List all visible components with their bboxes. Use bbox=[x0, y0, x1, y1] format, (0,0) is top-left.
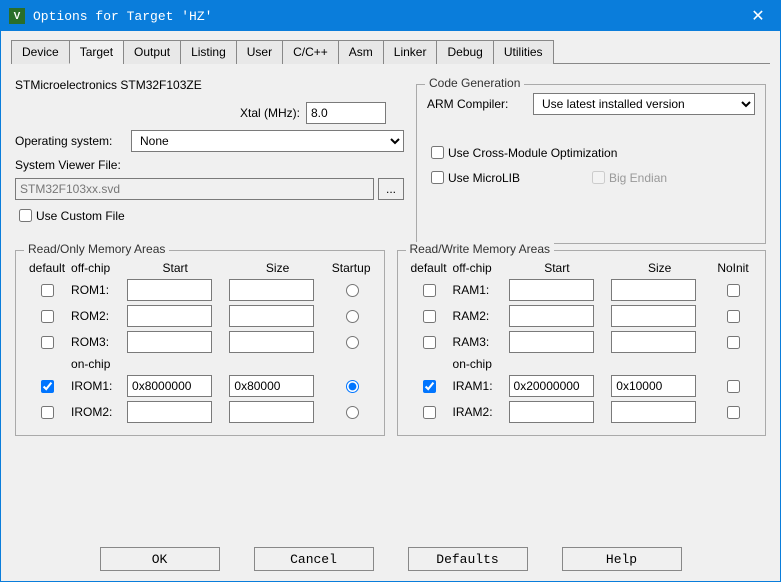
startup-radio[interactable] bbox=[346, 284, 359, 297]
tab-debug[interactable]: Debug bbox=[436, 40, 493, 64]
ok-button[interactable]: OK bbox=[100, 547, 220, 571]
start-input[interactable] bbox=[509, 401, 594, 423]
app-icon: V bbox=[9, 8, 25, 24]
onchip-label: on-chip bbox=[450, 355, 506, 373]
tab-utilities[interactable]: Utilities bbox=[493, 40, 554, 64]
noinit-checkbox[interactable] bbox=[727, 406, 740, 419]
size-input[interactable] bbox=[611, 375, 696, 397]
start-input[interactable] bbox=[509, 331, 594, 353]
compiler-select[interactable]: Use latest installed version bbox=[533, 93, 755, 115]
use-custom-file-checkbox[interactable] bbox=[19, 209, 32, 222]
noinit-checkbox[interactable] bbox=[727, 284, 740, 297]
start-input[interactable] bbox=[509, 279, 594, 301]
tab-listing[interactable]: Listing bbox=[180, 40, 237, 64]
mem-row-label: IRAM2: bbox=[450, 399, 506, 425]
tab-user[interactable]: User bbox=[236, 40, 283, 64]
size-input[interactable] bbox=[229, 375, 314, 397]
mcu-name: STMicroelectronics STM32F103ZE bbox=[15, 78, 202, 92]
tab-strip: DeviceTargetOutputListingUserC/C++AsmLin… bbox=[11, 39, 770, 64]
size-input[interactable] bbox=[611, 305, 696, 327]
tab-device[interactable]: Device bbox=[11, 40, 70, 64]
cancel-button[interactable]: Cancel bbox=[254, 547, 374, 571]
os-label: Operating system: bbox=[15, 134, 125, 148]
svd-path bbox=[15, 178, 374, 200]
ro-legend: Read/Only Memory Areas bbox=[24, 242, 169, 256]
noinit-checkbox[interactable] bbox=[727, 310, 740, 323]
start-input[interactable] bbox=[509, 305, 594, 327]
default-checkbox[interactable] bbox=[41, 310, 54, 323]
start-input[interactable] bbox=[127, 331, 212, 353]
noinit-checkbox[interactable] bbox=[727, 380, 740, 393]
use-custom-file-label: Use Custom File bbox=[36, 209, 125, 223]
close-icon[interactable]: ✕ bbox=[736, 1, 780, 31]
os-select[interactable]: None bbox=[131, 130, 404, 152]
compiler-label: ARM Compiler: bbox=[427, 97, 527, 111]
size-input[interactable] bbox=[611, 401, 696, 423]
default-checkbox[interactable] bbox=[423, 336, 436, 349]
default-checkbox[interactable] bbox=[423, 380, 436, 393]
client-area: DeviceTargetOutputListingUserC/C++AsmLin… bbox=[1, 31, 780, 581]
start-input[interactable] bbox=[127, 279, 212, 301]
button-bar: OK Cancel Defaults Help bbox=[11, 539, 770, 571]
tab-cc[interactable]: C/C++ bbox=[282, 40, 339, 64]
xtal-label: Xtal (MHz): bbox=[240, 106, 300, 120]
start-input[interactable] bbox=[509, 375, 594, 397]
default-checkbox[interactable] bbox=[41, 284, 54, 297]
mem-row-label: RAM3: bbox=[450, 329, 506, 355]
xtal-input[interactable] bbox=[306, 102, 386, 124]
default-checkbox[interactable] bbox=[41, 380, 54, 393]
tab-asm[interactable]: Asm bbox=[338, 40, 384, 64]
startup-radio[interactable] bbox=[346, 336, 359, 349]
size-input[interactable] bbox=[229, 331, 314, 353]
microlib-checkbox[interactable] bbox=[431, 171, 444, 184]
size-input[interactable] bbox=[229, 305, 314, 327]
mem-row-label: ROM2: bbox=[68, 303, 124, 329]
startup-radio[interactable] bbox=[346, 380, 359, 393]
codegen-legend: Code Generation bbox=[425, 76, 524, 90]
mem-row-label: ROM1: bbox=[68, 277, 124, 303]
noinit-checkbox[interactable] bbox=[727, 336, 740, 349]
size-input[interactable] bbox=[229, 279, 314, 301]
mem-row-label: ROM3: bbox=[68, 329, 124, 355]
mem-row-label: RAM1: bbox=[450, 277, 506, 303]
start-input[interactable] bbox=[127, 401, 212, 423]
start-input[interactable] bbox=[127, 375, 212, 397]
target-panel: STMicroelectronics STM32F103ZE Xtal (MHz… bbox=[11, 70, 770, 531]
svd-browse-button[interactable]: ... bbox=[378, 178, 404, 200]
window-title: Options for Target 'HZ' bbox=[33, 9, 736, 24]
tab-output[interactable]: Output bbox=[123, 40, 181, 64]
microlib-label: Use MicroLIB bbox=[448, 171, 588, 185]
mem-row-label: IROM2: bbox=[68, 399, 124, 425]
startup-radio[interactable] bbox=[346, 310, 359, 323]
default-checkbox[interactable] bbox=[41, 406, 54, 419]
tab-linker[interactable]: Linker bbox=[383, 40, 438, 64]
mem-row-label: IROM1: bbox=[68, 373, 124, 399]
readwrite-memory-group: Read/Write Memory Areas defaultoff-chipS… bbox=[397, 250, 767, 436]
cross-module-label: Use Cross-Module Optimization bbox=[448, 146, 617, 160]
svd-label: System Viewer File: bbox=[15, 158, 121, 172]
defaults-button[interactable]: Defaults bbox=[408, 547, 528, 571]
tab-target[interactable]: Target bbox=[69, 40, 124, 64]
mem-row-label: RAM2: bbox=[450, 303, 506, 329]
default-checkbox[interactable] bbox=[423, 310, 436, 323]
default-checkbox[interactable] bbox=[423, 406, 436, 419]
default-checkbox[interactable] bbox=[423, 284, 436, 297]
default-checkbox[interactable] bbox=[41, 336, 54, 349]
mem-row-label: IRAM1: bbox=[450, 373, 506, 399]
start-input[interactable] bbox=[127, 305, 212, 327]
readonly-memory-group: Read/Only Memory Areas defaultoff-chipSt… bbox=[15, 250, 385, 436]
bigendian-label: Big Endian bbox=[609, 171, 667, 185]
size-input[interactable] bbox=[611, 279, 696, 301]
onchip-label: on-chip bbox=[68, 355, 124, 373]
cross-module-checkbox[interactable] bbox=[431, 146, 444, 159]
rw-legend: Read/Write Memory Areas bbox=[406, 242, 555, 256]
bigendian-checkbox bbox=[592, 171, 605, 184]
help-button[interactable]: Help bbox=[562, 547, 682, 571]
code-generation-group: Code Generation ARM Compiler: Use latest… bbox=[416, 84, 766, 244]
options-window: V Options for Target 'HZ' ✕ DeviceTarget… bbox=[0, 0, 781, 582]
size-input[interactable] bbox=[229, 401, 314, 423]
titlebar: V Options for Target 'HZ' ✕ bbox=[1, 1, 780, 31]
size-input[interactable] bbox=[611, 331, 696, 353]
startup-radio[interactable] bbox=[346, 406, 359, 419]
